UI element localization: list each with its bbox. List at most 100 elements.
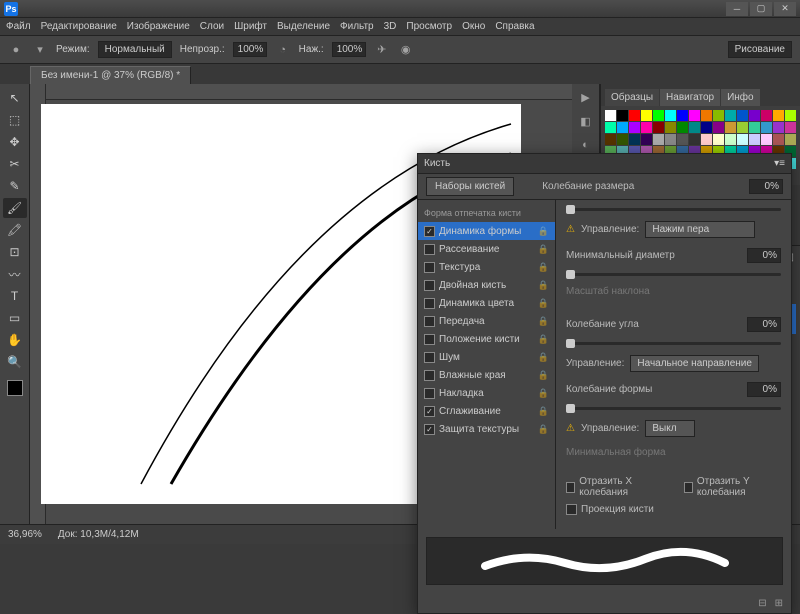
swatch[interactable] xyxy=(689,110,700,121)
lock-icon[interactable]: 🔒 xyxy=(538,424,549,435)
minimize-button[interactable]: ─ xyxy=(726,2,748,16)
swatch[interactable] xyxy=(713,122,724,133)
swatch[interactable] xyxy=(617,110,628,121)
new-preset-icon[interactable]: ⊞ xyxy=(775,598,783,609)
swatch[interactable] xyxy=(725,122,736,133)
lock-icon[interactable]: 🔒 xyxy=(538,262,549,273)
swatch[interactable] xyxy=(677,110,688,121)
swatch[interactable] xyxy=(677,122,688,133)
tool-3[interactable]: ✂ xyxy=(3,154,27,174)
swatch[interactable] xyxy=(653,110,664,121)
option-checkbox[interactable] xyxy=(424,298,435,309)
swatch[interactable] xyxy=(617,122,628,133)
size-control-select[interactable]: Нажим пера xyxy=(645,221,755,238)
swatch[interactable] xyxy=(665,110,676,121)
menu-изображение[interactable]: Изображение xyxy=(127,21,190,32)
brush-option-row[interactable]: ✓Динамика формы🔒 xyxy=(418,222,555,240)
lock-icon[interactable]: 🔒 xyxy=(538,352,549,363)
swatch[interactable] xyxy=(773,122,784,133)
tool-12[interactable]: 🔍 xyxy=(3,352,27,372)
brush-option-row[interactable]: Текстура🔒 xyxy=(418,258,555,276)
option-checkbox[interactable] xyxy=(424,334,435,345)
swatch[interactable] xyxy=(629,134,640,145)
lock-icon[interactable]: 🔒 xyxy=(538,226,549,237)
history-icon[interactable]: ▶ xyxy=(577,88,595,106)
option-checkbox[interactable] xyxy=(424,244,435,255)
lock-icon[interactable]: 🔒 xyxy=(538,406,549,417)
swatch[interactable] xyxy=(713,110,724,121)
foreground-color[interactable] xyxy=(7,380,23,396)
swatch[interactable] xyxy=(713,134,724,145)
brush-option-row[interactable]: Влажные края🔒 xyxy=(418,366,555,384)
lock-icon[interactable]: 🔒 xyxy=(538,370,549,381)
swatch[interactable] xyxy=(785,110,796,121)
flow-input[interactable]: 100% xyxy=(332,42,366,57)
panel-tab[interactable]: Навигатор xyxy=(660,89,720,106)
swatch[interactable] xyxy=(701,122,712,133)
round-control-select[interactable]: Выкл xyxy=(645,420,695,437)
option-checkbox[interactable] xyxy=(424,388,435,399)
brush-option-row[interactable]: Шум🔒 xyxy=(418,348,555,366)
swatch[interactable] xyxy=(641,110,652,121)
lock-icon[interactable]: 🔒 xyxy=(538,316,549,327)
swatch[interactable] xyxy=(641,134,652,145)
swatch[interactable] xyxy=(749,110,760,121)
panel-menu-icon[interactable]: ▾≡ xyxy=(774,158,785,169)
tool-2[interactable]: ✥ xyxy=(3,132,27,152)
airbrush-icon[interactable]: ✈ xyxy=(374,42,390,58)
swatch[interactable] xyxy=(761,134,772,145)
opacity-input[interactable]: 100% xyxy=(233,42,267,57)
brush-presets-button[interactable]: Наборы кистей xyxy=(426,177,514,196)
swatch[interactable] xyxy=(749,122,760,133)
swatch[interactable] xyxy=(701,134,712,145)
lock-icon[interactable]: 🔒 xyxy=(538,298,549,309)
tool-9[interactable]: T xyxy=(3,286,27,306)
tool-7[interactable]: ⊡ xyxy=(3,242,27,262)
option-checkbox[interactable] xyxy=(424,262,435,273)
swatch[interactable] xyxy=(725,110,736,121)
menu-слои[interactable]: Слои xyxy=(200,21,224,32)
brush-preview-icon[interactable]: ▾ xyxy=(32,42,48,58)
tool-6[interactable]: 🖍 xyxy=(3,220,27,240)
swatch[interactable] xyxy=(749,134,760,145)
flip-y-checkbox[interactable] xyxy=(684,482,693,493)
document-tab[interactable]: Без имени-1 @ 37% (RGB/8) * xyxy=(30,66,191,84)
tool-1[interactable]: ⬚ xyxy=(3,110,27,130)
brush-option-row[interactable]: Двойная кисть🔒 xyxy=(418,276,555,294)
swatch[interactable] xyxy=(773,110,784,121)
tool-4[interactable]: ✎ xyxy=(3,176,27,196)
zoom-level[interactable]: 36,96% xyxy=(8,529,42,540)
menu-окно[interactable]: Окно xyxy=(462,21,485,32)
option-checkbox[interactable] xyxy=(424,370,435,381)
menu-3d[interactable]: 3D xyxy=(384,21,397,32)
swatch[interactable] xyxy=(773,134,784,145)
pressure-size-icon[interactable]: ◉ xyxy=(398,42,414,58)
size-jitter-value[interactable]: 0% xyxy=(749,179,783,194)
swatch[interactable] xyxy=(665,122,676,133)
pressure-opacity-icon[interactable]: ◔ xyxy=(275,42,291,58)
swatch[interactable] xyxy=(701,110,712,121)
menu-редактирование[interactable]: Редактирование xyxy=(41,21,117,32)
swatch[interactable] xyxy=(629,110,640,121)
swatch[interactable] xyxy=(737,110,748,121)
lock-icon[interactable]: 🔒 xyxy=(538,388,549,399)
swatch[interactable] xyxy=(653,122,664,133)
swatch[interactable] xyxy=(725,134,736,145)
swatch[interactable] xyxy=(641,122,652,133)
brush-projection-checkbox[interactable] xyxy=(566,504,577,515)
min-diameter-value[interactable]: 0% xyxy=(747,248,781,263)
angle-jitter-slider[interactable] xyxy=(566,342,781,345)
brush-option-row[interactable]: Рассеивание🔒 xyxy=(418,240,555,258)
lock-icon[interactable]: 🔒 xyxy=(538,244,549,255)
size-jitter-slider[interactable] xyxy=(566,208,781,211)
menu-шрифт[interactable]: Шрифт xyxy=(234,21,267,32)
swatch[interactable] xyxy=(785,122,796,133)
swatch[interactable] xyxy=(761,110,772,121)
swatch[interactable] xyxy=(689,122,700,133)
option-checkbox[interactable]: ✓ xyxy=(424,226,435,237)
swatch[interactable] xyxy=(617,134,628,145)
option-checkbox[interactable] xyxy=(424,352,435,363)
brush-option-row[interactable]: Накладка🔒 xyxy=(418,384,555,402)
flip-x-checkbox[interactable] xyxy=(566,482,575,493)
swatch[interactable] xyxy=(665,134,676,145)
